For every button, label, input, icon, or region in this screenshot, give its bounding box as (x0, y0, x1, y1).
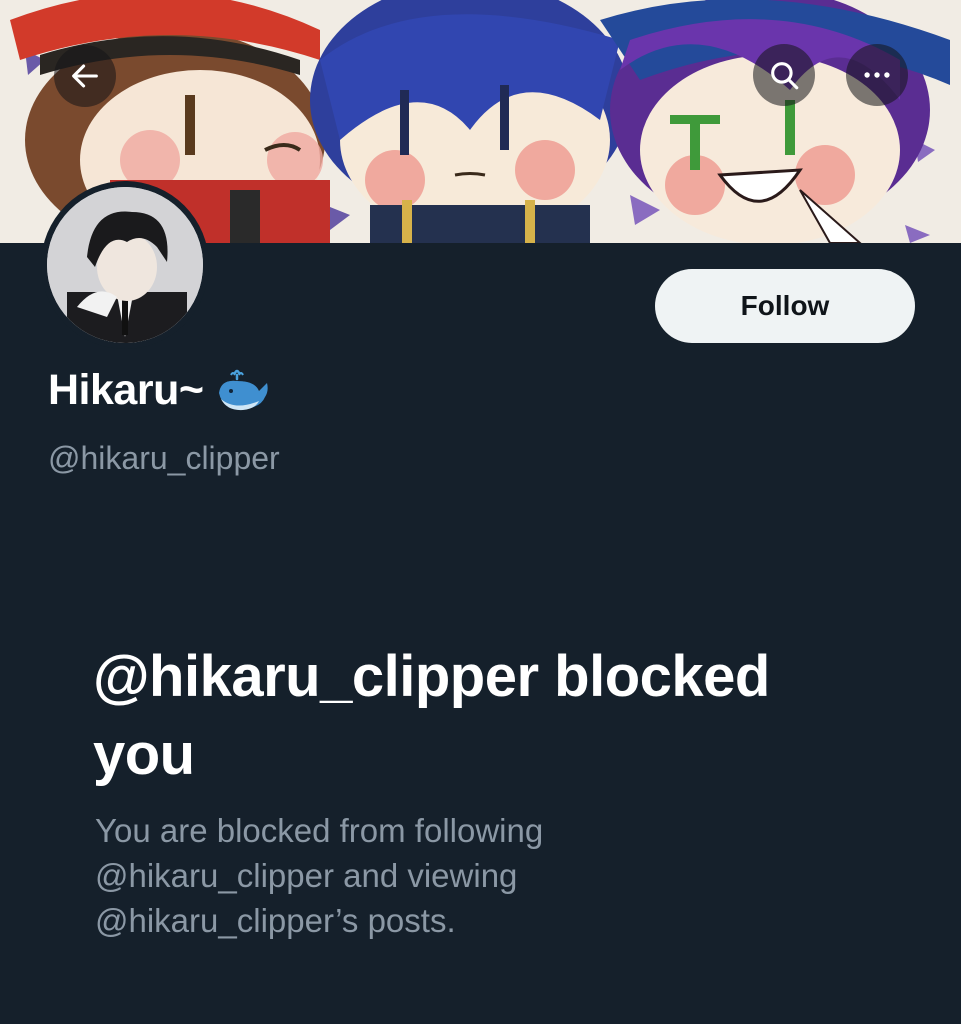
blocked-description: You are blocked from following @hikaru_c… (95, 812, 544, 939)
more-horizontal-icon (864, 72, 890, 78)
blocked-title: @hikaru_clipper blocked you (93, 644, 770, 787)
profile-name-row: Hikaru~ (48, 366, 271, 415)
profile-handle: @hikaru_clipper (48, 440, 280, 476)
avatar-image (47, 187, 203, 343)
search-icon (771, 62, 799, 90)
arrow-left-icon (72, 64, 98, 88)
whale-emoji-icon (219, 369, 269, 410)
display-name: Hikaru~ (48, 366, 204, 414)
back-button[interactable] (54, 45, 116, 107)
profile-avatar[interactable] (41, 181, 209, 349)
search-button[interactable] (753, 44, 815, 106)
more-button[interactable] (846, 44, 908, 106)
follow-button[interactable]: Follow (655, 269, 915, 343)
